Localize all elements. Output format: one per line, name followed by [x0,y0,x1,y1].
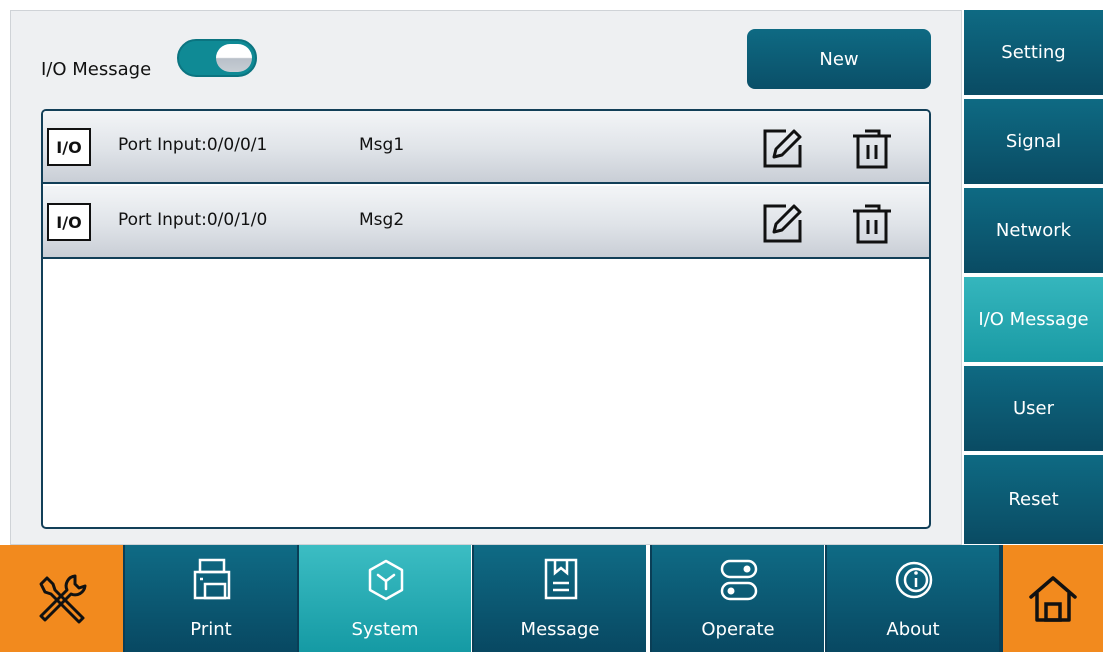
tab-label: Print [190,619,232,640]
sidebar-item-user[interactable]: User [964,366,1103,453]
io-badge-icon: I/O [47,203,91,241]
message-name: Msg1 [359,135,405,155]
home-icon [1029,575,1077,622]
edit-icon[interactable] [760,200,806,246]
edit-icon[interactable] [760,125,806,171]
cube-icon [368,559,404,601]
message-name: Msg2 [359,210,405,230]
info-icon [895,561,933,599]
sidebar-item-reset[interactable]: Reset [964,455,1103,546]
list-item[interactable]: I/O Port Input:0/0/1/0 Msg2 [43,186,929,259]
tab-about[interactable]: About [825,545,999,652]
message-list: I/O Port Input:0/0/0/1 Msg1 I/O Port Inp… [41,109,931,529]
port-label: Port Input:0/0/0/1 [118,135,268,155]
sidebar-item-label: User [1012,398,1055,419]
io-message-toggle[interactable] [177,39,257,77]
sidebar-item-label: Reset [1008,489,1059,510]
home-button[interactable] [1003,545,1103,652]
new-button[interactable]: New [747,29,931,89]
port-label: Port Input:0/0/1/0 [118,210,268,230]
sidebar-item-setting[interactable]: Setting [964,10,1103,97]
sidebar-item-label: Network [995,220,1072,241]
document-icon [544,558,578,600]
toggle-knob [216,44,252,72]
trash-icon[interactable] [849,200,895,246]
sidebar-item-io-message[interactable]: I/O Message [964,277,1103,364]
switches-icon [720,559,758,601]
tools-button[interactable] [0,545,123,652]
sidebar: Setting Signal Network I/O Message User … [964,10,1103,546]
tab-print[interactable]: Print [123,545,297,652]
trash-icon[interactable] [849,125,895,171]
tools-icon [39,574,86,623]
sidebar-item-label: I/O Message [978,309,1089,330]
sidebar-item-label: Signal [1005,131,1062,152]
tab-system[interactable]: System [297,545,471,652]
tab-message[interactable]: Message [472,545,646,652]
io-message-label: I/O Message [41,59,152,80]
sidebar-item-signal[interactable]: Signal [964,99,1103,186]
tab-label: Operate [701,619,775,640]
content-panel: I/O Message New I/O Port Input:0/0/0/1 M… [10,10,962,545]
printer-icon [193,558,231,600]
sidebar-item-label: Setting [1001,42,1066,63]
io-badge-icon: I/O [47,128,91,166]
sidebar-item-network[interactable]: Network [964,188,1103,275]
tab-label: Message [520,619,600,640]
tab-label: System [351,619,419,640]
tab-label: About [886,619,940,640]
bottom-nav: Print System Message Operate About [0,545,1103,652]
tab-operate[interactable]: Operate [650,545,824,652]
list-item[interactable]: I/O Port Input:0/0/0/1 Msg1 [43,111,929,184]
new-button-label: New [819,48,859,70]
